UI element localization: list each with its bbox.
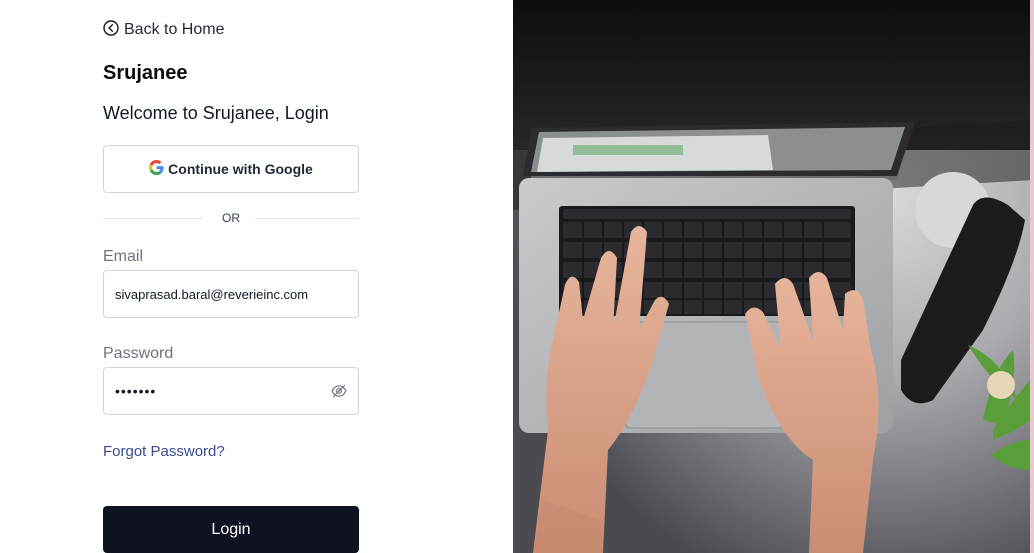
- eye-off-icon[interactable]: [331, 384, 347, 398]
- email-field[interactable]: [115, 271, 325, 317]
- email-label: Email: [103, 248, 144, 265]
- back-to-home-label: Back to Home: [124, 21, 225, 38]
- password-field[interactable]: [115, 368, 325, 414]
- hero-image: [513, 0, 1034, 553]
- laptop-typing-photo: [513, 0, 1034, 553]
- chevron-left-circle-icon: [103, 19, 119, 41]
- google-icon: [149, 160, 164, 178]
- password-field-wrapper: [103, 367, 359, 415]
- brand-name: Srujanee: [103, 62, 188, 84]
- login-button[interactable]: Login: [103, 506, 359, 553]
- continue-with-google-label: Continue with Google: [168, 161, 313, 177]
- continue-with-google-button[interactable]: Continue with Google: [103, 145, 359, 193]
- back-to-home-link[interactable]: Back to Home: [103, 19, 224, 41]
- password-label: Password: [103, 345, 174, 362]
- or-divider: OR: [103, 210, 359, 226]
- email-field-wrapper: [103, 270, 359, 318]
- login-panel: Back to Home Srujanee Welcome to Srujane…: [0, 0, 513, 553]
- forgot-password-link[interactable]: Forgot Password?: [103, 443, 225, 460]
- divider-line-right: [255, 218, 359, 219]
- welcome-heading: Welcome to Srujanee, Login: [103, 103, 329, 123]
